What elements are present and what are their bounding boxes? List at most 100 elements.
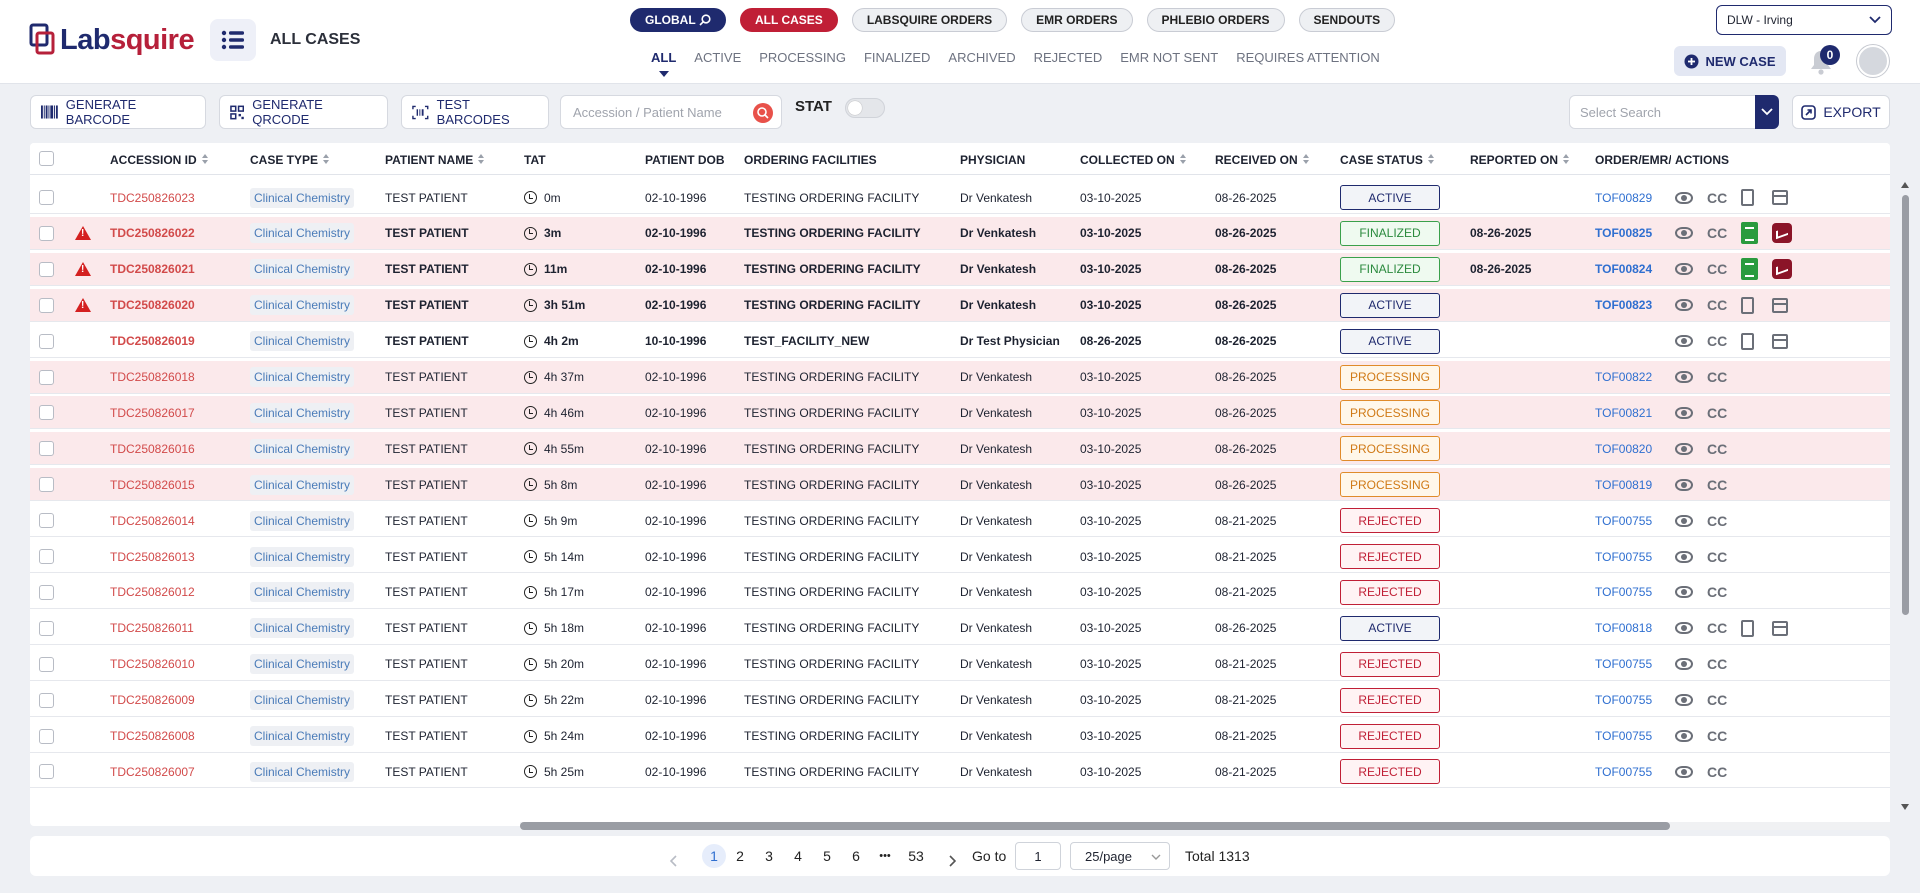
- new-case-button[interactable]: NEW CASE: [1674, 46, 1786, 76]
- scroll-up-icon[interactable]: [1900, 181, 1910, 189]
- cc-button[interactable]: CC: [1707, 549, 1727, 565]
- view-icon[interactable]: [1675, 514, 1693, 527]
- accession-id[interactable]: TDC250826016: [110, 432, 195, 465]
- table-row[interactable]: TDC250826020 Clinical Chemistry TEST PATIE…: [30, 288, 1890, 322]
- clipboard-icon[interactable]: [1741, 296, 1755, 314]
- cc-button[interactable]: CC: [1707, 656, 1727, 672]
- table-row[interactable]: TDC250826018 Clinical Chemistry TEST PATIE…: [30, 360, 1890, 394]
- table-row[interactable]: TDC250826013 Clinical Chemistry TEST PATIE…: [30, 540, 1890, 573]
- table-row[interactable]: TDC250826010 Clinical Chemistry TEST PATIE…: [30, 648, 1890, 681]
- row-checkbox[interactable]: [39, 261, 54, 277]
- order-id[interactable]: TOF00821: [1595, 396, 1652, 429]
- accession-id[interactable]: TDC250826015: [110, 468, 195, 501]
- pill-labsquire-orders[interactable]: LABSQUIRE ORDERS: [851, 8, 1008, 32]
- row-checkbox[interactable]: [39, 728, 54, 744]
- page-last[interactable]: 53: [902, 844, 930, 868]
- vertical-scroll-thumb[interactable]: [1902, 195, 1909, 615]
- accession-id[interactable]: TDC250826012: [110, 576, 195, 609]
- sort-icon[interactable]: [1179, 154, 1187, 166]
- order-id[interactable]: TOF00823: [1595, 289, 1652, 322]
- row-checkbox[interactable]: [39, 333, 54, 349]
- table-row[interactable]: TDC250826019 Clinical Chemistry TEST PATIE…: [30, 325, 1890, 358]
- order-id[interactable]: TOF00755: [1595, 648, 1652, 681]
- order-id[interactable]: TOF00820: [1595, 432, 1652, 465]
- scroll-down-icon[interactable]: [1900, 803, 1910, 811]
- view-icon[interactable]: [1675, 442, 1693, 455]
- page-4[interactable]: 4: [788, 844, 808, 868]
- view-icon[interactable]: [1675, 765, 1693, 778]
- clipboard-icon[interactable]: [1741, 332, 1755, 350]
- tab-archived[interactable]: ARCHIVED: [948, 50, 1015, 70]
- row-checkbox[interactable]: [39, 549, 54, 564]
- view-icon[interactable]: [1675, 191, 1693, 204]
- goto-page-input[interactable]: 1: [1015, 842, 1061, 870]
- cc-button[interactable]: CC: [1707, 297, 1727, 313]
- chart-icon[interactable]: [1772, 259, 1793, 280]
- row-checkbox[interactable]: [39, 513, 54, 529]
- accession-id[interactable]: TDC250826021: [110, 253, 195, 286]
- table-row[interactable]: TDC250826021 Clinical Chemistry TEST PATIE…: [30, 252, 1890, 286]
- accession-id[interactable]: TDC250826010: [110, 648, 195, 681]
- accession-id[interactable]: TDC250826014: [110, 504, 195, 537]
- page-2[interactable]: 2: [730, 844, 750, 868]
- generate-qrcode-button[interactable]: GENERATE QRCODE: [219, 95, 388, 129]
- clipboard-icon[interactable]: [1741, 619, 1755, 637]
- sort-icon[interactable]: [1302, 154, 1310, 166]
- view-icon[interactable]: [1675, 371, 1693, 383]
- accession-id[interactable]: TDC250826019: [110, 325, 195, 358]
- view-icon[interactable]: [1675, 263, 1693, 276]
- order-id[interactable]: TOF00824: [1595, 253, 1652, 286]
- order-id[interactable]: TOF00755: [1595, 540, 1652, 573]
- row-checkbox[interactable]: [39, 441, 54, 457]
- table-row[interactable]: TDC250826012 Clinical Chemistry TEST PATIE…: [30, 576, 1890, 609]
- row-checkbox[interactable]: [39, 692, 54, 708]
- col-case-status[interactable]: CASE STATUS: [1340, 153, 1435, 167]
- cc-button[interactable]: CC: [1707, 369, 1727, 385]
- menu-toggle-button[interactable]: [210, 19, 256, 61]
- view-icon[interactable]: [1675, 730, 1693, 742]
- accession-id[interactable]: TDC250826018: [110, 361, 195, 394]
- sort-icon[interactable]: [1427, 154, 1435, 166]
- order-id[interactable]: TOF00755: [1595, 720, 1652, 753]
- row-checkbox[interactable]: [39, 477, 54, 493]
- view-icon[interactable]: [1675, 694, 1693, 707]
- tab-active[interactable]: ACTIVE: [694, 50, 741, 70]
- col-reported-on[interactable]: REPORTED ON: [1470, 153, 1570, 167]
- cc-button[interactable]: CC: [1707, 513, 1727, 529]
- col-case-type[interactable]: CASE TYPE: [250, 153, 330, 167]
- view-icon[interactable]: [1675, 622, 1693, 635]
- accession-id[interactable]: TDC250826013: [110, 540, 195, 573]
- accession-id[interactable]: TDC250826020: [110, 289, 195, 322]
- report-document-icon[interactable]: [1741, 222, 1759, 245]
- row-checkbox[interactable]: [39, 764, 54, 780]
- row-checkbox[interactable]: [39, 297, 54, 313]
- accession-search-input[interactable]: Accession / Patient Name: [560, 95, 782, 129]
- next-page-icon[interactable]: [948, 849, 956, 873]
- cc-button[interactable]: CC: [1707, 333, 1727, 349]
- search-icon[interactable]: [753, 103, 773, 123]
- sort-icon[interactable]: [1563, 154, 1570, 166]
- select-all-checkbox[interactable]: [39, 151, 54, 166]
- tab-processing[interactable]: PROCESSING: [759, 50, 846, 70]
- accession-id[interactable]: TDC250826011: [110, 612, 194, 645]
- view-icon[interactable]: [1675, 550, 1693, 563]
- tab-emr-not-sent[interactable]: EMR NOT SENT: [1120, 50, 1218, 70]
- tab-requires-attention[interactable]: REQUIRES ATTENTION: [1236, 50, 1380, 70]
- row-checkbox[interactable]: [39, 190, 54, 205]
- table-row[interactable]: TDC250826014 Clinical Chemistry TEST PATIE…: [30, 504, 1890, 538]
- pill-emr-orders[interactable]: EMR ORDERS: [1021, 8, 1133, 32]
- row-checkbox[interactable]: [39, 656, 54, 672]
- table-row[interactable]: TDC250826015 Clinical Chemistry TEST PATIE…: [30, 468, 1890, 502]
- row-checkbox[interactable]: [39, 620, 54, 636]
- vertical-scrollbar[interactable]: [1900, 181, 1910, 811]
- row-checkbox[interactable]: [39, 405, 54, 421]
- cc-button[interactable]: CC: [1707, 620, 1727, 636]
- cc-button[interactable]: CC: [1707, 728, 1727, 744]
- page-1[interactable]: 1: [702, 844, 726, 868]
- generate-barcode-button[interactable]: GENERATE BARCODE: [30, 95, 206, 129]
- accession-id[interactable]: TDC250826008: [110, 720, 195, 753]
- tab-rejected[interactable]: REJECTED: [1034, 50, 1103, 70]
- table-row[interactable]: TDC250826022 Clinical Chemistry TEST PATIE…: [30, 216, 1890, 250]
- per-page-select[interactable]: 25/page: [1070, 842, 1170, 870]
- view-icon[interactable]: [1675, 227, 1693, 240]
